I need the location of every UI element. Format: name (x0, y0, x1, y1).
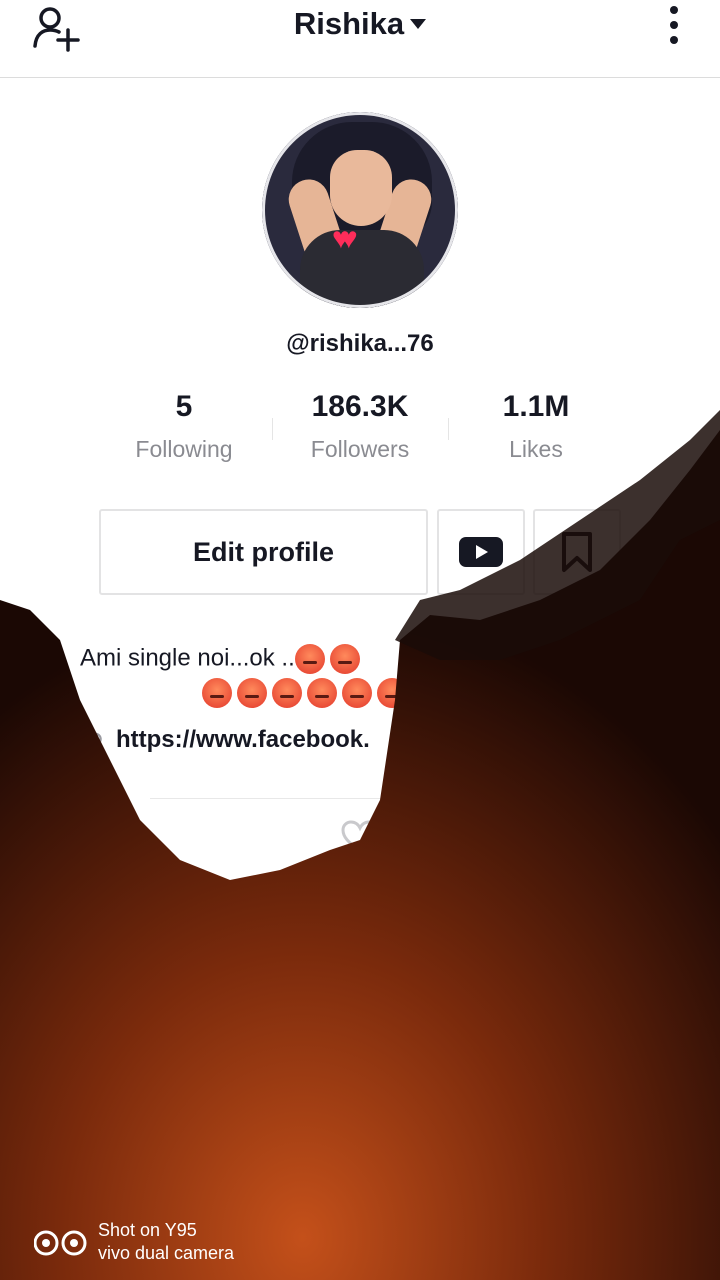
bio-link[interactable]: ⚲ https://www.facebook. (86, 726, 370, 756)
angry-emoji-icon (294, 644, 325, 674)
stat-label: Following (135, 436, 233, 462)
page-title: Rishika (293, 6, 405, 41)
angry-emoji-icon (202, 678, 232, 708)
username: @rishika...76 (286, 330, 434, 357)
stat-value: 5 (175, 390, 193, 423)
stat-followers[interactable]: 186.3K Followers (272, 390, 448, 463)
link-icon: ⚲ (86, 729, 104, 756)
youtube-icon (459, 537, 503, 567)
bookmark-icon (562, 532, 592, 572)
stat-value: 186.3K (311, 390, 409, 423)
watermark-line: Shot on Y95 (98, 1220, 197, 1240)
link-text: https://www.facebook. (116, 726, 370, 753)
stat-likes[interactable]: 1.1M Likes (448, 390, 624, 463)
angry-emoji-icon (329, 644, 360, 674)
angry-emoji-icon (272, 678, 302, 708)
camera-shutter-icon (34, 1230, 87, 1256)
more-vertical-icon[interactable] (664, 6, 684, 48)
angry-emoji-icon (377, 678, 407, 708)
stat-value: 1.1M (502, 390, 570, 423)
stat-label: Likes (509, 436, 563, 462)
angry-emoji-icon (237, 678, 267, 708)
heart-icon[interactable] (340, 820, 380, 854)
watermark-line: vivo dual camera (98, 1243, 235, 1263)
stat-following[interactable]: 5 Following (96, 390, 272, 463)
profile-stats: 5 Following 186.3K Followers 1.1M Likes (96, 390, 624, 480)
youtube-button[interactable] (437, 509, 525, 595)
stat-label: Followers (310, 436, 410, 462)
bio-emojis (202, 678, 412, 708)
divider (150, 798, 390, 799)
bio-text: Ami single noi...ok .. (80, 644, 365, 674)
avatar[interactable]: ♥♥ (262, 112, 458, 308)
bookmark-button[interactable] (533, 509, 621, 595)
top-bar: Rishika (0, 0, 720, 78)
bio-line: Ami single noi...ok .. (80, 644, 295, 672)
angry-emoji-icon (307, 678, 337, 708)
angry-emoji-icon (342, 678, 372, 708)
edit-profile-button[interactable]: Edit profile (99, 509, 428, 595)
account-switcher[interactable]: Rishika (0, 6, 720, 42)
chevron-down-icon (410, 19, 427, 29)
